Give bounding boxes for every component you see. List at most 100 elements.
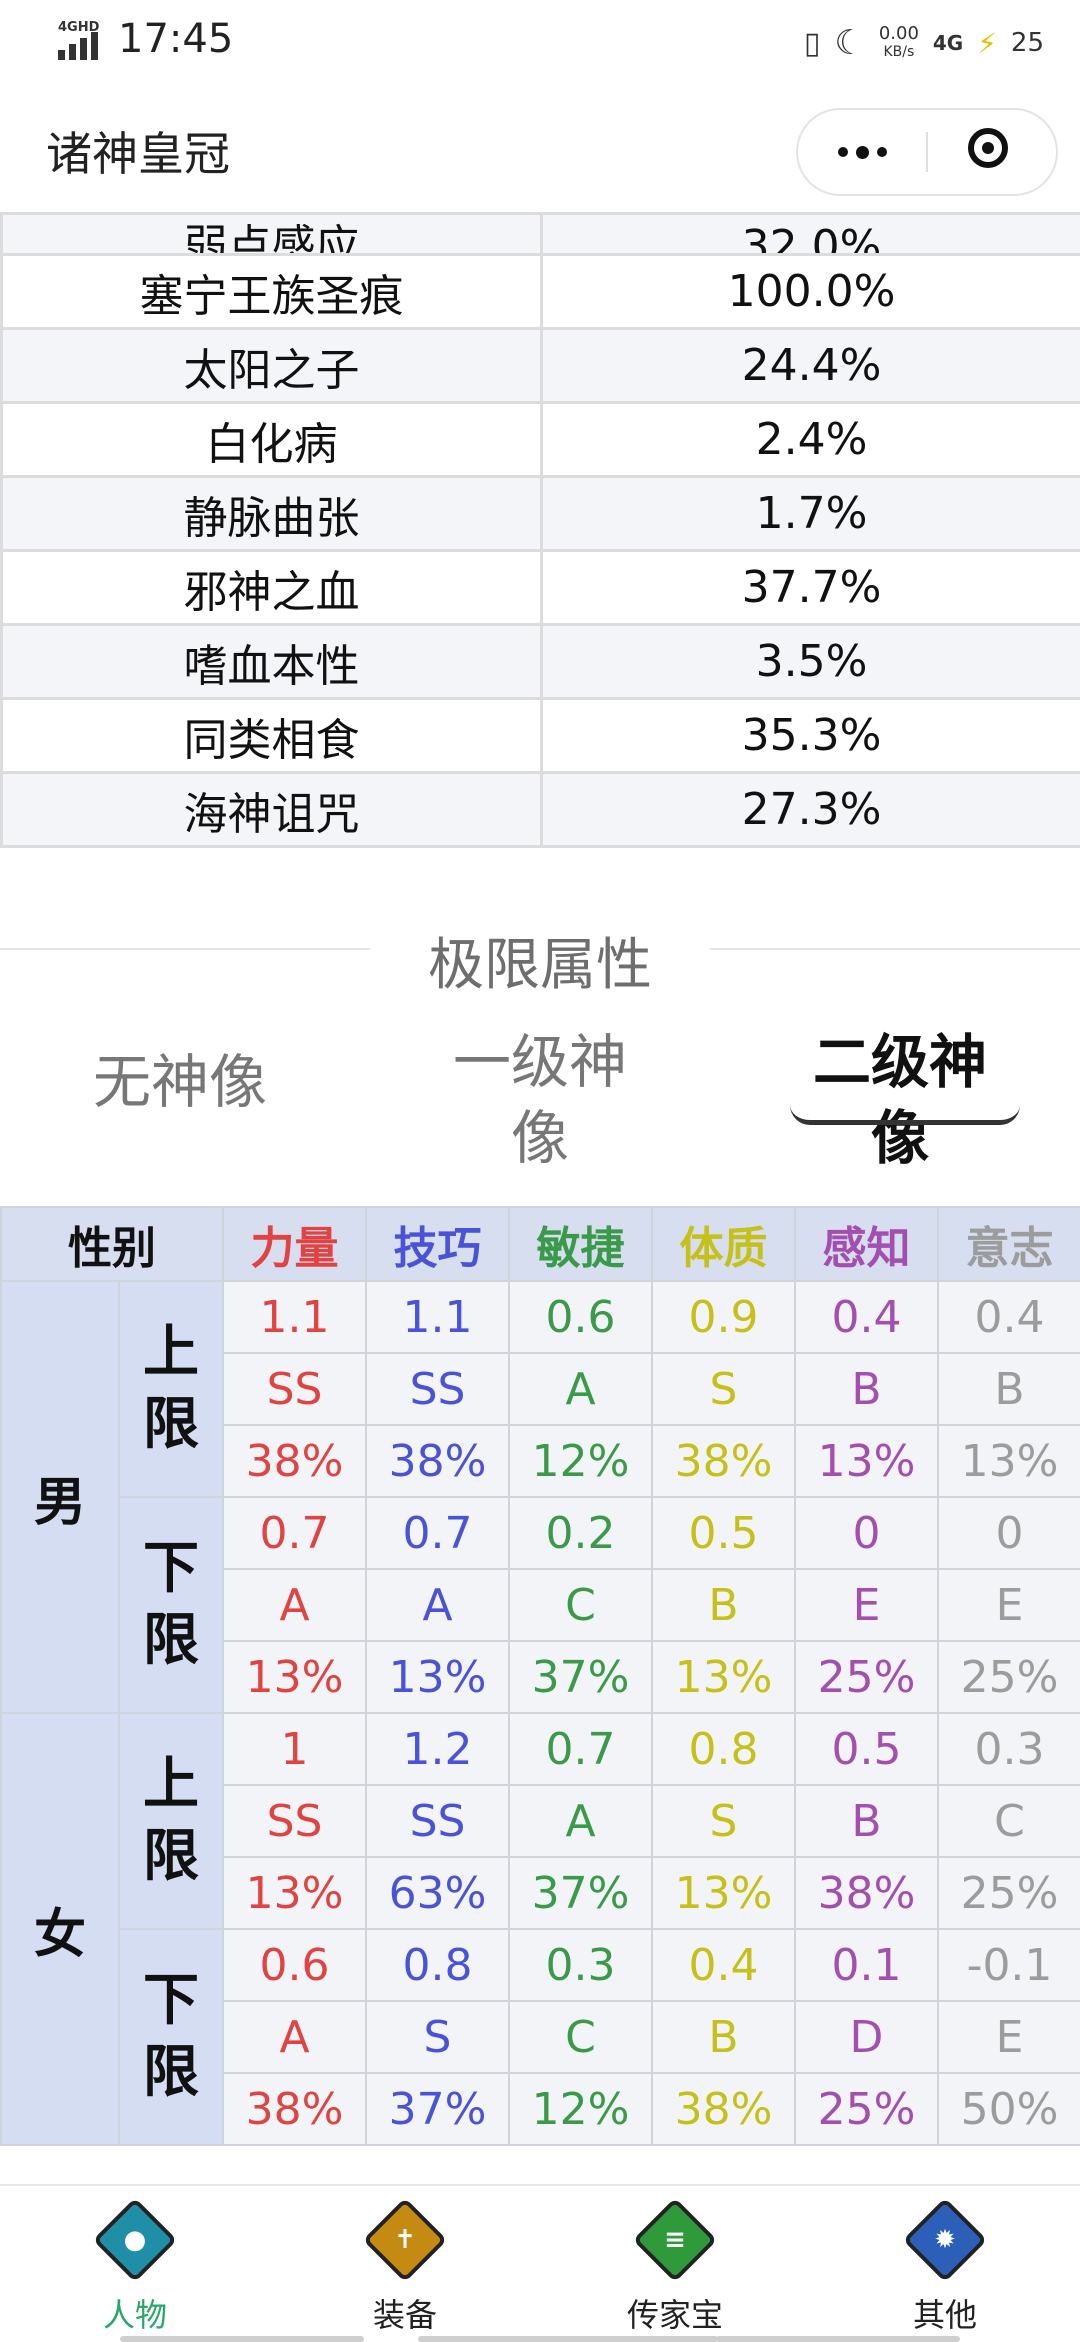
sex-label: 女 [1, 1713, 119, 2145]
attr-value: 38% [795, 1857, 938, 1929]
trait-row: 静脉曲张1.7% [2, 477, 1080, 551]
content-area[interactable]: 弱点感应32.0%塞宁王族圣痕100.0%太阳之子24.4%白化病2.4%静脉曲… [0, 212, 1080, 2184]
trait-name: 太阳之子 [2, 329, 542, 403]
heirloom-icon: ≡ [633, 2198, 718, 2283]
attr-value: 0.9 [652, 1281, 795, 1353]
attr-value: E [938, 1569, 1080, 1641]
trait-value: 37.7% [542, 551, 1080, 625]
limit-label: 下限 [119, 1929, 223, 2145]
more-dot-icon [856, 146, 869, 159]
tab-statue-level-1[interactable]: 一级神像 [430, 1024, 650, 1176]
attr-value: SS [223, 1353, 366, 1425]
tab-no-statue[interactable]: 无神像 [70, 1044, 290, 1120]
attr-value: 38% [652, 1425, 795, 1497]
nav-item[interactable]: ●人物 [25, 2186, 245, 2342]
attr-value: SS [223, 1785, 366, 1857]
attr-value: 25% [795, 2073, 938, 2145]
status-time: 17:45 [118, 16, 233, 62]
trait-value: 27.3% [542, 773, 1080, 847]
attr-value: 13% [938, 1425, 1080, 1497]
trait-row: 邪神之血37.7% [2, 551, 1080, 625]
attr-value: 0.5 [795, 1713, 938, 1785]
section-header: 极限属性 [0, 920, 1080, 976]
vibrate-icon: ▯ [804, 26, 821, 61]
attr-row: 下限0.60.80.30.40.1-0.1 [1, 1929, 1080, 2001]
miniprogram-capsule [796, 108, 1058, 196]
attr-value: E [938, 2001, 1080, 2073]
attr-value: 1.1 [366, 1281, 509, 1353]
attr-value: 37% [366, 2073, 509, 2145]
attr-row: 女上限11.20.70.80.50.3 [1, 1713, 1080, 1785]
attr-value: 13% [223, 1641, 366, 1713]
trait-value: 24.4% [542, 329, 1080, 403]
trait-name: 邪神之血 [2, 551, 542, 625]
attr-value: 0.4 [652, 1929, 795, 2001]
attr-value: 0 [795, 1497, 938, 1569]
attr-value: 63% [366, 1857, 509, 1929]
bottom-nav: ●人物 ✝ 装备 ≡传家宝 ✹其他 [0, 2184, 1080, 2342]
attr-value: 13% [652, 1857, 795, 1929]
attr-value: 12% [509, 1425, 652, 1497]
trait-row: 弱点感应32.0% [2, 214, 1080, 255]
nav-label: 其他 [835, 2290, 1055, 2336]
attr-value: 38% [366, 1425, 509, 1497]
character-icon: ● [93, 2198, 178, 2283]
trait-row: 海神诅咒27.3% [2, 773, 1080, 847]
attr-value: SS [366, 1353, 509, 1425]
header-attr: 意志 [938, 1207, 1080, 1281]
attr-value: 0.8 [366, 1929, 509, 2001]
more-button[interactable] [798, 110, 926, 194]
attr-value: 25% [795, 1641, 938, 1713]
attr-value: 13% [223, 1857, 366, 1929]
attr-value: A [366, 1569, 509, 1641]
attribute-table: 性别力量技巧敏捷体质感知意志男上限1.11.10.60.90.40.4SSSSA… [0, 1206, 1080, 2146]
attr-value: 50% [938, 2073, 1080, 2145]
attr-value: 1.2 [366, 1713, 509, 1785]
attr-value: B [795, 1785, 938, 1857]
charging-icon: ⚡ [977, 27, 997, 60]
signal-icon: 4GHD [58, 20, 108, 60]
trait-name: 弱点感应 [2, 214, 542, 255]
attr-value: S [366, 2001, 509, 2073]
net-speed: 0.00 KB/s [879, 25, 919, 61]
attr-value: B [795, 1353, 938, 1425]
limit-label: 上限 [119, 1713, 223, 1929]
trait-value: 32.0% [542, 214, 1080, 255]
close-button[interactable] [968, 128, 1008, 168]
trait-row: 白化病2.4% [2, 403, 1080, 477]
section-title: 极限属性 [0, 920, 1080, 1001]
attr-value: C [938, 1785, 1080, 1857]
trait-value: 1.7% [542, 477, 1080, 551]
attr-value: B [652, 2001, 795, 2073]
trait-row: 塞宁王族圣痕100.0% [2, 255, 1080, 329]
title-bar: 诸神皇冠 [0, 88, 1080, 212]
attr-value: 0.7 [223, 1497, 366, 1569]
trait-value: 3.5% [542, 625, 1080, 699]
trait-table: 弱点感应32.0%塞宁王族圣痕100.0%太阳之子24.4%白化病2.4%静脉曲… [0, 212, 1080, 848]
limit-label: 下限 [119, 1497, 223, 1713]
more-dot-icon [838, 147, 848, 157]
trait-value: 2.4% [542, 403, 1080, 477]
trait-row: 太阳之子24.4% [2, 329, 1080, 403]
limit-label: 上限 [119, 1281, 223, 1497]
attr-value: 0.2 [509, 1497, 652, 1569]
nav-item[interactable]: ✹其他 [835, 2186, 1055, 2342]
header-attr: 感知 [795, 1207, 938, 1281]
tab-statue-level-2[interactable]: 二级神像 [790, 1024, 1010, 1176]
nav-item[interactable]: ≡传家宝 [565, 2186, 785, 2342]
attr-value: A [509, 1785, 652, 1857]
attr-value: 13% [652, 1641, 795, 1713]
nav-item[interactable]: ✝ 装备 [295, 2186, 515, 2342]
more-dot-icon [877, 147, 887, 157]
capsule-divider [926, 132, 928, 172]
moon-icon: ☾ [834, 23, 864, 63]
attr-value: E [795, 1569, 938, 1641]
attr-value: 0.7 [509, 1713, 652, 1785]
attr-value: 0.3 [509, 1929, 652, 2001]
nav-label: 装备 [295, 2290, 515, 2336]
trait-name: 同类相食 [2, 699, 542, 773]
attr-value: 12% [509, 2073, 652, 2145]
attr-value: 13% [795, 1425, 938, 1497]
equipment-icon: ✝ [363, 2198, 448, 2283]
trait-name: 海神诅咒 [2, 773, 542, 847]
